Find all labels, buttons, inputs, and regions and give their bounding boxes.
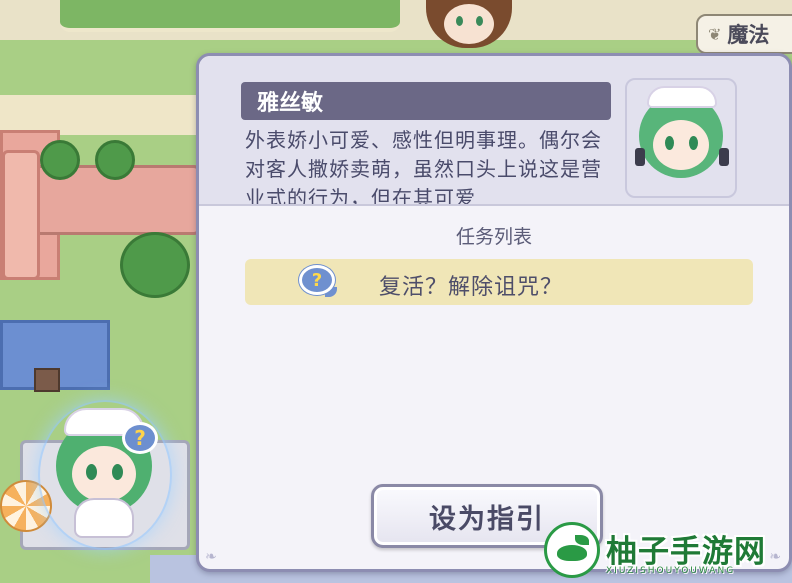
quest-list-item[interactable]: ? 复活？解除诅咒？ bbox=[245, 259, 753, 305]
logo-bird bbox=[557, 545, 587, 561]
npc-face bbox=[72, 446, 136, 502]
npc-map-sprite[interactable]: ? bbox=[38, 400, 172, 550]
ornament-icon: ❦ bbox=[708, 24, 722, 44]
npc-portrait bbox=[623, 78, 739, 200]
portrait-eye bbox=[689, 136, 698, 150]
npc-body bbox=[74, 498, 134, 538]
watermark-title: 柚子手游网 bbox=[606, 534, 766, 570]
map-tree bbox=[95, 140, 135, 180]
quest-list-title: 任务列表 bbox=[455, 226, 532, 248]
set-guide-button-label: 设为指引 bbox=[429, 503, 545, 535]
npc-description[interactable]: 外表娇小可爱、感性但明事理。偶尔会对客人撒娇卖萌，虽然口头上说这是营业式的行为，… bbox=[245, 126, 613, 204]
magic-tab-button[interactable]: ❦ 魔法 bbox=[696, 14, 792, 54]
question-bubble-icon: ? bbox=[297, 265, 341, 299]
npc-name-bar: 雅丝敏 bbox=[241, 82, 611, 120]
npc-name: 雅丝敏 bbox=[257, 91, 324, 116]
portrait-ribbon bbox=[635, 148, 645, 166]
map-tree bbox=[120, 232, 190, 298]
npc-header: 雅丝敏 外表娇小可爱、感性但明事理。偶尔会对客人撒娇卖萌，虽然口头上说这是营业式… bbox=[199, 56, 789, 206]
logo-leaf bbox=[575, 535, 589, 545]
map-castle-tower bbox=[2, 150, 40, 280]
avatar-eye bbox=[456, 16, 463, 26]
site-watermark: 柚子手游网 XIUZISHOUYOUWANG bbox=[544, 520, 792, 583]
bubble-body: ? bbox=[299, 265, 335, 295]
avatar-face bbox=[444, 4, 494, 44]
portrait-ribbon bbox=[719, 148, 729, 166]
map-tree bbox=[40, 140, 80, 180]
portrait-face bbox=[653, 120, 709, 170]
npc-eye bbox=[86, 464, 97, 480]
corner-ornament-icon: ❧ bbox=[205, 549, 217, 565]
avatar-eye bbox=[476, 16, 483, 26]
npc-info-panel: ❧ ❧ ❧ ❧ 雅丝敏 外表娇小可爱、感性但明事理。偶尔会对客人撒娇卖萌，虽然口… bbox=[196, 53, 792, 572]
map-path bbox=[0, 95, 200, 135]
magic-tab-label: 魔法 bbox=[727, 23, 770, 47]
watermark-subtitle: XIUZISHOUYOUWANG bbox=[606, 566, 736, 576]
quest-label: 复活？解除诅咒？ bbox=[379, 275, 564, 300]
watermark-logo-icon bbox=[544, 522, 600, 578]
portrait-eye bbox=[665, 136, 674, 150]
map-hedge bbox=[60, 0, 400, 32]
quest-marker-icon: ? bbox=[122, 422, 158, 454]
npc-eye bbox=[112, 464, 123, 480]
portrait-bonnet bbox=[647, 86, 717, 108]
map-chimney bbox=[34, 368, 60, 392]
